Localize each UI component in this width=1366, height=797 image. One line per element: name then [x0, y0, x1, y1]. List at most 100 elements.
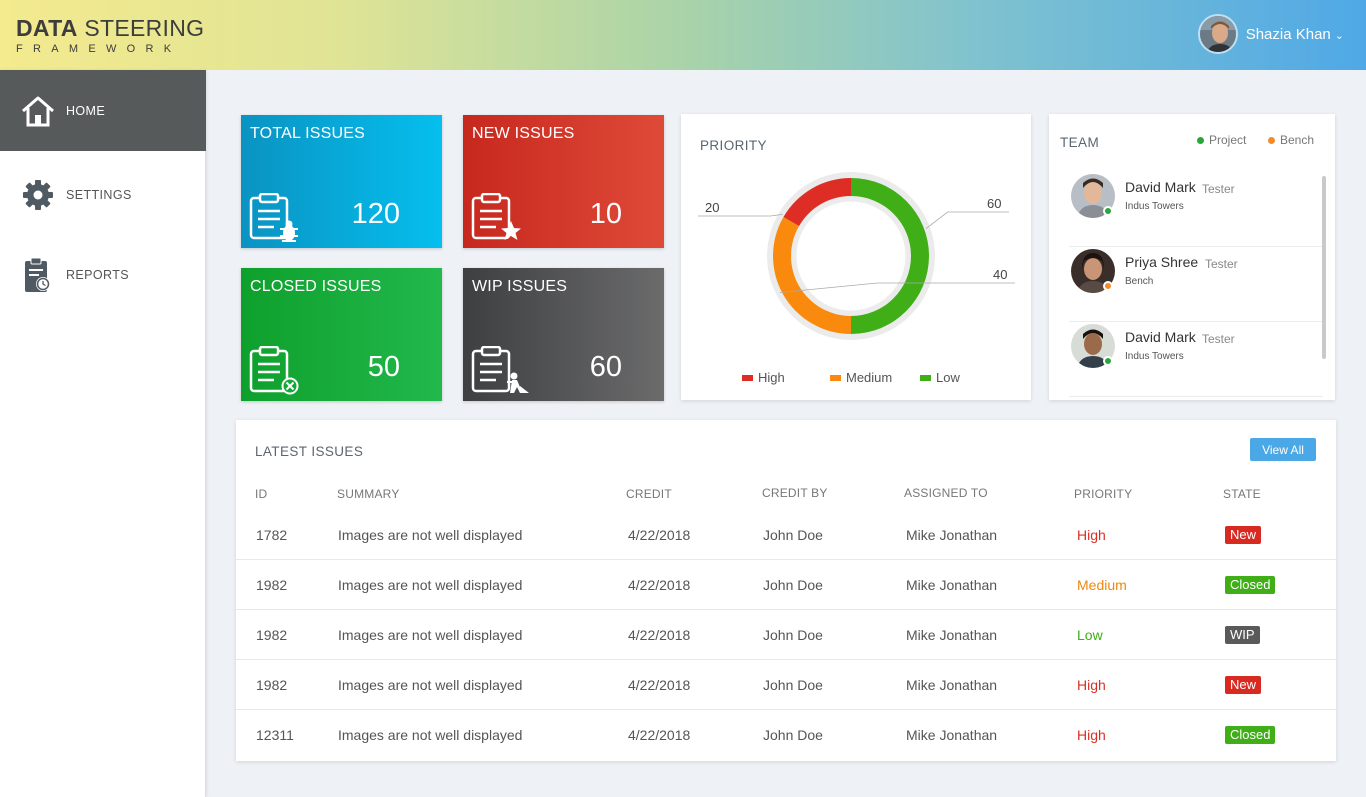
- cell-assigned-to: Mike Jonathan: [906, 577, 998, 593]
- tile-value: 50: [367, 351, 400, 383]
- status-badge: Closed: [1225, 576, 1276, 594]
- legend-item-medium: Medium: [830, 370, 892, 385]
- status-badge: [1103, 281, 1113, 291]
- legend-label: Project: [1209, 133, 1247, 147]
- legend-swatch: [830, 374, 841, 381]
- cell-id: 12311: [256, 727, 294, 743]
- cell-priority: High: [1077, 727, 1106, 743]
- cell-priority: High: [1077, 677, 1106, 693]
- sidebar-item-label: HOME: [66, 103, 106, 118]
- member-role: Tester: [1205, 257, 1238, 271]
- table-row[interactable]: 12311 Images are not well displayed 4/22/2…: [236, 710, 1336, 760]
- sidebar-item-home[interactable]: HOME: [0, 70, 206, 151]
- cell-priority: Medium: [1077, 577, 1127, 593]
- clipboard-clock-icon: [20, 257, 56, 293]
- sidebar: HOME SETTINGS REPORTS: [0, 70, 206, 797]
- member-name: David Mark: [1125, 329, 1196, 345]
- tile-value: 120: [351, 198, 400, 230]
- cell-credit: 4/22/2018: [628, 677, 691, 693]
- cell-credit-by: John Doe: [763, 577, 823, 593]
- cell-priority: Low: [1077, 627, 1103, 643]
- data-label-medium: 40: [993, 267, 1007, 282]
- status-badge: New: [1225, 526, 1262, 544]
- cell-credit: 4/22/2018: [628, 577, 691, 593]
- column-header-credit-by: CREDIT BY: [762, 486, 828, 500]
- total-issues-tile[interactable]: TOTAL ISSUES 120: [241, 115, 442, 248]
- cell-summary: Images are not well displayed: [338, 727, 523, 743]
- wip-issues-tile[interactable]: WIP ISSUES 60: [463, 268, 664, 401]
- status-badge: WIP: [1225, 626, 1260, 644]
- member-org: Indus Towers: [1125, 201, 1184, 212]
- column-header-state: STATE: [1223, 487, 1261, 501]
- user-avatar: [1197, 14, 1238, 54]
- tile-title: CLOSED ISSUES: [250, 278, 382, 295]
- logo-title: DATA STEERING: [16, 15, 205, 41]
- new-issues-tile[interactable]: NEW ISSUES 10: [463, 115, 664, 248]
- column-header-credit: CREDIT: [626, 487, 672, 501]
- team-card: TEAM Project Bench David Mark Tester Ind…: [1049, 114, 1335, 400]
- team-member[interactable]: David Mark Tester Indus Towers: [1069, 322, 1323, 397]
- legend-dot: [1268, 136, 1275, 144]
- tile-title: NEW ISSUES: [472, 125, 575, 142]
- cell-summary: Images are not well displayed: [338, 527, 523, 543]
- priority-card: PRIORITY 20 60 40 High Medium Low: [681, 114, 1031, 400]
- user-menu[interactable]: Shazia Khan ⌄: [1197, 14, 1344, 54]
- chevron-down-icon: ⌄: [1334, 29, 1344, 42]
- latest-issues-card: LATEST ISSUES View All ID SUMMARY CREDIT…: [236, 420, 1336, 761]
- cell-credit-by: John Doe: [763, 727, 823, 743]
- sidebar-item-settings[interactable]: SETTINGS: [0, 154, 206, 235]
- cell-summary: Images are not well displayed: [338, 627, 523, 643]
- clipboard-bug-icon: [249, 192, 301, 243]
- cell-assigned-to: Mike Jonathan: [906, 677, 998, 693]
- clipboard-x-icon: [249, 345, 301, 396]
- app-logo[interactable]: DATA STEERING FRAMEWORK: [16, 16, 204, 56]
- cell-assigned-to: Mike Jonathan: [906, 727, 998, 743]
- issues-title: LATEST ISSUES: [255, 444, 364, 459]
- team-member[interactable]: David Mark Tester Indus Towers: [1069, 172, 1323, 247]
- member-org: Indus Towers: [1125, 351, 1184, 362]
- table-row[interactable]: 1982 Images are not well displayed 4/22/20…: [236, 660, 1336, 710]
- closed-issues-tile[interactable]: CLOSED ISSUES 50: [241, 268, 442, 401]
- data-label-high: 20: [705, 200, 719, 215]
- cell-id: 1982: [256, 627, 288, 643]
- status-badge: Closed: [1225, 726, 1276, 744]
- member-role: Tester: [1202, 182, 1235, 196]
- legend-item-low: Low: [920, 370, 960, 385]
- view-all-button[interactable]: View All: [1250, 438, 1316, 461]
- status-badge: New: [1225, 676, 1262, 694]
- priority-donut-chart: 20 60 40: [698, 172, 1015, 340]
- gear-icon: [20, 177, 56, 213]
- sidebar-item-reports[interactable]: REPORTS: [0, 234, 206, 315]
- tile-title: WIP ISSUES: [472, 278, 568, 295]
- legend-label: Bench: [1280, 133, 1315, 147]
- cell-credit-by: John Doe: [763, 527, 823, 543]
- status-badge: [1103, 206, 1113, 216]
- table-row[interactable]: 1982 Images are not well displayed 4/22/20…: [236, 610, 1336, 660]
- sidebar-item-label: REPORTS: [66, 267, 129, 282]
- user-name: Shazia Khan: [1245, 25, 1331, 43]
- cell-credit: 4/22/2018: [628, 527, 691, 543]
- leader-line: [925, 211, 1009, 229]
- table-row[interactable]: 1982 Images are not well displayed 4/22/20…: [236, 560, 1336, 610]
- legend-swatch: [920, 374, 931, 381]
- cell-credit: 4/22/2018: [628, 627, 691, 643]
- logo-subtitle: FRAMEWORK: [16, 43, 182, 55]
- table-row[interactable]: 1782 Images are not well displayed 4/22/20…: [236, 510, 1336, 560]
- cell-id: 1782: [256, 527, 288, 543]
- tile-value: 10: [589, 198, 622, 230]
- legend-item-project: Project: [1197, 133, 1246, 147]
- column-header-summary: SUMMARY: [337, 487, 400, 501]
- legend-label: Low: [936, 370, 960, 385]
- team-member[interactable]: Priya Shree Tester Bench: [1069, 247, 1323, 322]
- team-scrollbar[interactable]: [1322, 176, 1326, 359]
- clipboard-star-icon: [471, 192, 523, 243]
- cell-assigned-to: Mike Jonathan: [906, 527, 998, 543]
- app-header: DATA STEERING FRAMEWORK Shazia Khan ⌄: [0, 0, 1366, 70]
- legend-label: Medium: [846, 370, 893, 385]
- legend-item-bench: Bench: [1268, 133, 1314, 147]
- cell-credit-by: John Doe: [763, 627, 823, 643]
- team-title: TEAM: [1060, 135, 1100, 150]
- clipboard-worker-icon: [471, 345, 529, 396]
- member-org: Bench: [1125, 276, 1154, 287]
- member-name: Priya Shree: [1125, 254, 1199, 270]
